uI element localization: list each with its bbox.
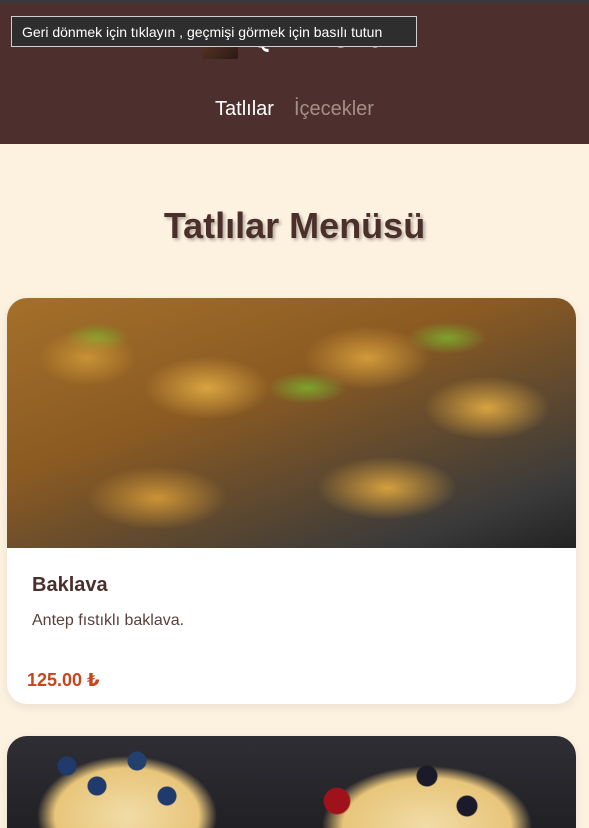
- nav-tab-tatlilar[interactable]: Tatlılar: [215, 98, 274, 121]
- berry-tart-photo: [7, 736, 576, 828]
- baklava-photo: [7, 298, 576, 548]
- item-description: Antep fıstıklı baklava.: [32, 612, 185, 629]
- category-nav: Tatlılar İçecekler: [0, 98, 589, 121]
- nav-tab-icecekler[interactable]: İçecekler: [294, 98, 374, 121]
- card-body: Baklava Antep fıstıklı baklava. 125.00 ₺: [7, 548, 576, 704]
- menu-item-card[interactable]: [7, 736, 576, 828]
- item-price: 125.00 ₺: [27, 670, 100, 690]
- menu-item-card[interactable]: Baklava Antep fıstıklı baklava. 125.00 ₺: [7, 298, 576, 704]
- page-title: Tatlılar Menüsü: [163, 205, 426, 246]
- item-name: Baklava: [32, 574, 108, 596]
- back-button-tooltip: Geri dönmek için tıklayın , geçmişi görm…: [11, 16, 417, 47]
